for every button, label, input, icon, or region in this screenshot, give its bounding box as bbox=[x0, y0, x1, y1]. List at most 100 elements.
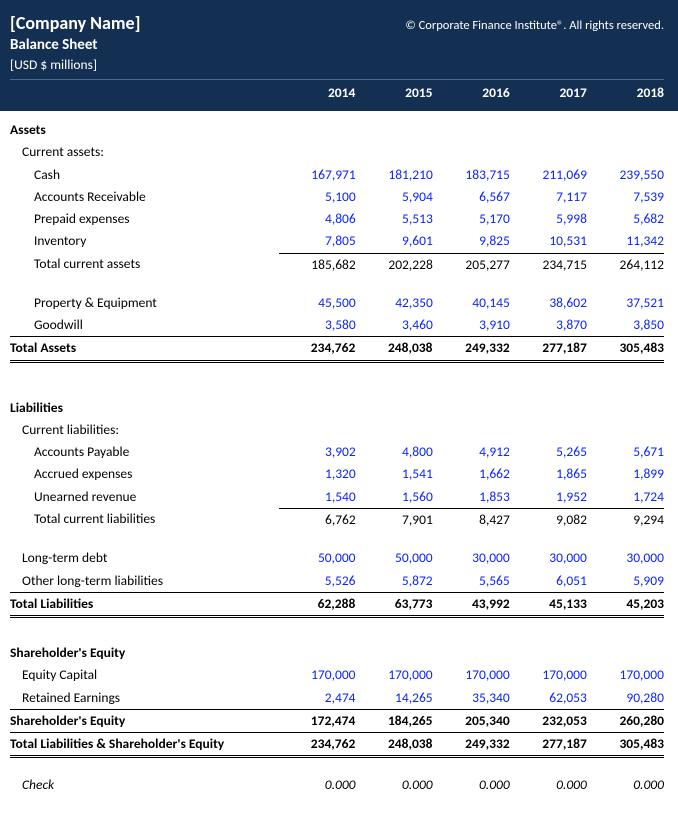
cell: 7,539 bbox=[587, 186, 664, 208]
cell: 3,902 bbox=[279, 441, 356, 463]
cell: 35,340 bbox=[433, 687, 510, 709]
row-total-current-liabilities: Total current liabilities 6,762 7,901 8,… bbox=[10, 508, 664, 531]
cell: 38,602 bbox=[510, 292, 587, 314]
cell: 1,952 bbox=[510, 486, 587, 508]
cell: 185,682 bbox=[279, 253, 356, 276]
cell: 183,715 bbox=[433, 164, 510, 186]
cell: 9,294 bbox=[587, 508, 664, 531]
cell: 260,280 bbox=[587, 709, 664, 732]
cell: 202,228 bbox=[356, 253, 433, 276]
cell: 62,053 bbox=[510, 687, 587, 709]
cell: 239,550 bbox=[587, 164, 664, 186]
row-label: Unearned revenue bbox=[10, 486, 279, 508]
sheet-title: Balance Sheet bbox=[10, 36, 664, 54]
cell: 50,000 bbox=[278, 547, 355, 569]
cell: 234,715 bbox=[510, 253, 587, 276]
cell: 205,277 bbox=[433, 253, 510, 276]
cell: 62,288 bbox=[278, 592, 355, 618]
row-total-le: Total Liabilities & Shareholder's Equity… bbox=[10, 732, 664, 758]
cell: 90,280 bbox=[587, 687, 664, 709]
row-cash: Cash 167,971 181,210 183,715 211,069 239… bbox=[10, 164, 664, 186]
cell: 2,474 bbox=[278, 687, 355, 709]
row-retained: Retained Earnings 2,474 14,265 35,340 62… bbox=[10, 687, 664, 709]
cell: 1,541 bbox=[356, 463, 433, 485]
year-col: 2016 bbox=[433, 84, 510, 101]
row-total-current-assets: Total current assets 185,682 202,228 205… bbox=[10, 253, 664, 276]
cell: 5,909 bbox=[587, 570, 664, 592]
cell: 0.000 bbox=[587, 774, 664, 796]
current-assets-heading: Current assets: bbox=[10, 141, 664, 163]
cell: 5,565 bbox=[433, 570, 510, 592]
row-label: Goodwill bbox=[10, 314, 279, 336]
row-unearned: Unearned revenue 1,540 1,560 1,853 1,952… bbox=[10, 486, 664, 508]
year-col: 2014 bbox=[278, 84, 355, 101]
units-label: [USD $ millions] bbox=[10, 56, 664, 73]
cell: 14,265 bbox=[356, 687, 433, 709]
cell: 170,000 bbox=[587, 664, 664, 686]
cell: 0.000 bbox=[433, 774, 510, 796]
liabilities-heading: Liabilities bbox=[10, 397, 664, 419]
row-label: Retained Earnings bbox=[10, 687, 278, 709]
cell: 4,800 bbox=[356, 441, 433, 463]
cell: 42,350 bbox=[356, 292, 433, 314]
cell: 181,210 bbox=[356, 164, 433, 186]
cell: 7,901 bbox=[356, 508, 433, 531]
row-label: Property & Equipment bbox=[10, 292, 279, 314]
cell: 30,000 bbox=[587, 547, 664, 569]
row-check: Check 0.000 0.000 0.000 0.000 0.000 bbox=[10, 774, 664, 796]
cell: 170,000 bbox=[433, 664, 510, 686]
cell: 30,000 bbox=[510, 547, 587, 569]
cell: 5,671 bbox=[587, 441, 664, 463]
cell: 249,332 bbox=[433, 732, 510, 758]
cell: 170,000 bbox=[510, 664, 587, 686]
cell: 248,038 bbox=[355, 732, 432, 758]
balance-sheet-body: Assets Current assets: Cash 167,971 181,… bbox=[0, 111, 678, 815]
cell: 1,320 bbox=[279, 463, 356, 485]
row-label: Total Liabilities bbox=[10, 592, 278, 618]
cell: 45,133 bbox=[510, 592, 587, 618]
cell: 170,000 bbox=[278, 664, 355, 686]
cell: 0.000 bbox=[278, 774, 355, 796]
cell: 5,513 bbox=[356, 208, 433, 230]
row-other-lt: Other long-term liabilities 5,526 5,872 … bbox=[10, 570, 664, 592]
row-total-assets: Total Assets 234,762 248,038 249,332 277… bbox=[10, 336, 664, 362]
cell: 5,170 bbox=[433, 208, 510, 230]
row-goodwill: Goodwill 3,580 3,460 3,910 3,870 3,850 bbox=[10, 314, 664, 336]
cell: 1,724 bbox=[587, 486, 664, 508]
row-label: Total current assets bbox=[10, 253, 279, 276]
cell: 249,332 bbox=[433, 336, 510, 362]
equity-heading: Shareholder's Equity bbox=[10, 642, 664, 664]
cell: 1,853 bbox=[433, 486, 510, 508]
cell: 40,145 bbox=[433, 292, 510, 314]
year-col: 2015 bbox=[355, 84, 432, 101]
row-label: Prepaid expenses bbox=[10, 208, 279, 230]
cell: 5,265 bbox=[510, 441, 587, 463]
cell: 50,000 bbox=[356, 547, 433, 569]
cell: 6,762 bbox=[279, 508, 356, 531]
cell: 305,483 bbox=[587, 336, 664, 362]
cell: 167,971 bbox=[279, 164, 356, 186]
cell: 234,762 bbox=[278, 336, 355, 362]
cell: 3,580 bbox=[279, 314, 356, 336]
cell: 37,521 bbox=[587, 292, 664, 314]
cell: 184,265 bbox=[355, 709, 432, 732]
assets-heading: Assets bbox=[10, 119, 664, 141]
year-header-row: 2014 2015 2016 2017 2018 bbox=[10, 79, 664, 101]
cell: 9,082 bbox=[510, 508, 587, 531]
header: [Company Name] © Corporate Finance Insti… bbox=[0, 0, 678, 111]
cell: 5,904 bbox=[356, 186, 433, 208]
cell: 5,872 bbox=[356, 570, 433, 592]
row-ltd: Long-term debt 50,000 50,000 30,000 30,0… bbox=[10, 547, 664, 569]
cell: 6,567 bbox=[433, 186, 510, 208]
current-liabilities-heading: Current liabilities: bbox=[10, 419, 664, 441]
cell: 45,203 bbox=[587, 592, 664, 618]
cell: 1,540 bbox=[279, 486, 356, 508]
row-label: Long-term debt bbox=[10, 547, 278, 569]
cell: 8,427 bbox=[433, 508, 510, 531]
cell: 305,483 bbox=[587, 732, 664, 758]
cell: 7,805 bbox=[279, 230, 356, 252]
cell: 5,682 bbox=[587, 208, 664, 230]
cell: 0.000 bbox=[510, 774, 587, 796]
cell: 4,806 bbox=[279, 208, 356, 230]
cell: 9,825 bbox=[433, 230, 510, 252]
